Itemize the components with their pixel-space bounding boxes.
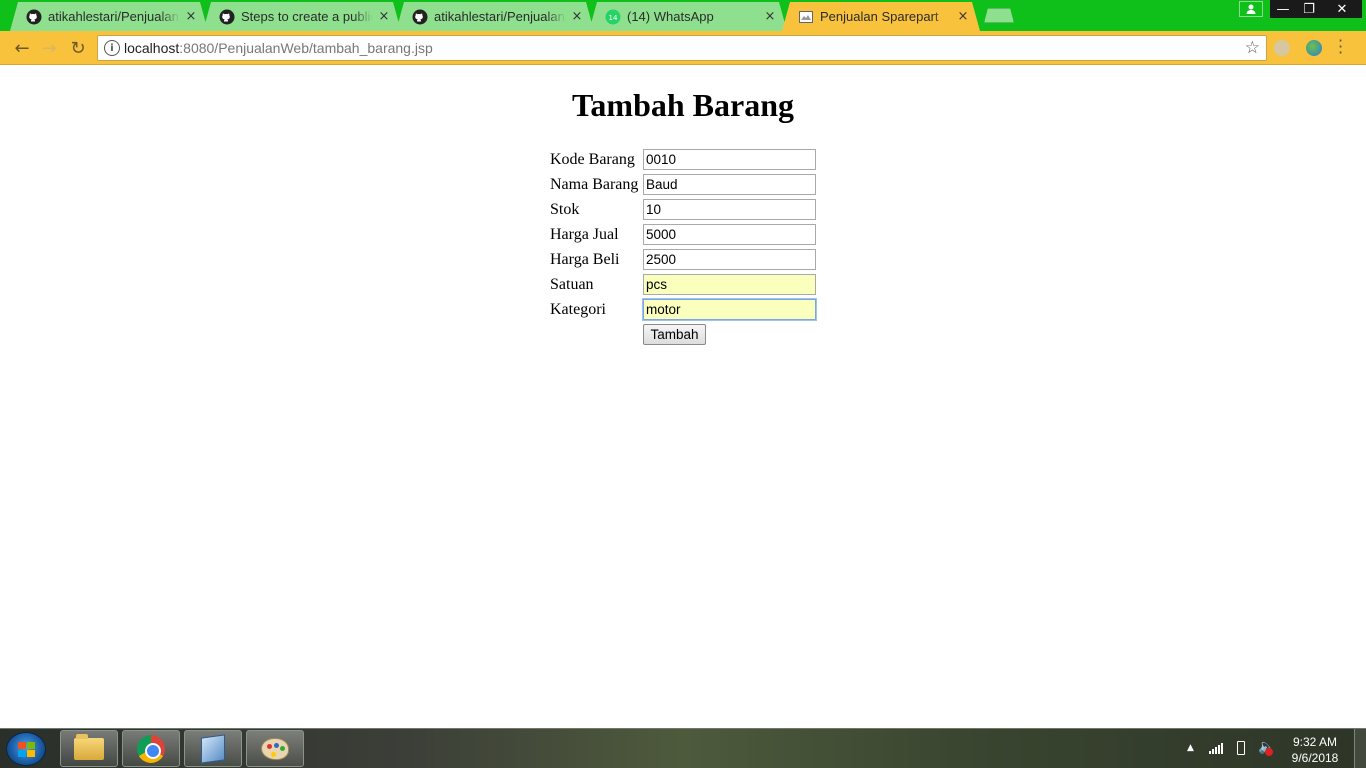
form-row-harga-beli: Harga Beli [550,249,820,274]
taskbar-virtualbox[interactable] [184,730,242,767]
tab-github-2[interactable]: atikahlestari/PenjualanSp × [396,2,594,31]
page-title: Tambah Barang [572,87,794,123]
user-profile-icon[interactable] [1239,1,1263,17]
url-path: :8080/PenjualanWeb/tambah_barang.jsp [179,40,433,56]
tray-overflow-arrow-icon[interactable]: ▲ [1187,743,1194,753]
windows-taskbar: ▲ 🔈 9:32 AM 9/6/2018 [0,728,1366,768]
form-row-kode-barang: Kode Barang [550,149,820,174]
label-satuan: Satuan [550,276,594,293]
windows-logo-icon [18,742,35,757]
form-row-stok: Stok [550,199,820,224]
tab-title: Steps to create a public g [241,9,371,24]
tab-whatsapp[interactable]: 14 (14) WhatsApp × [589,2,787,31]
page-content: Tambah Barang Kode Barang Nama Barang St… [0,66,1366,728]
mute-indicator-icon [1265,748,1273,756]
label-kode-barang: Kode Barang [550,151,635,168]
tambah-button[interactable]: Tambah [643,324,706,345]
form-row-satuan: Satuan [550,274,820,299]
label-harga-jual: Harga Jual [550,226,619,243]
tab-close-icon[interactable]: × [763,9,777,24]
browser-toolbar: ← → ↻ i localhost:8080/PenjualanWeb/tamb… [0,31,1366,65]
tab-title: atikahlestari/PenjualanSp [48,9,179,24]
url-host: localhost [124,40,180,56]
tab-close-icon[interactable]: × [377,9,391,24]
tab-penjualan-sparepart[interactable]: Penjualan Sparepart × [782,2,980,31]
whatsapp-icon: 14 [605,9,621,25]
start-button[interactable] [6,732,46,766]
taskbar-file-explorer[interactable] [60,730,118,767]
paint-icon [261,737,289,760]
battery-icon[interactable] [1237,741,1245,755]
maximize-button[interactable]: ❐ [1296,0,1322,18]
tab-title: atikahlestari/PenjualanSp [434,9,565,24]
back-arrow-icon[interactable]: ← [10,36,34,60]
network-signal-icon[interactable] [1209,742,1225,754]
svg-text:14: 14 [609,14,618,22]
github-icon [26,9,42,25]
extension-globe-icon[interactable] [1306,40,1322,56]
file-explorer-icon [74,733,104,760]
page-icon [798,9,814,25]
taskbar-paint[interactable] [246,730,304,767]
form-row-harga-jual: Harga Jual [550,224,820,249]
label-kategori: Kategori [550,301,606,318]
stok-input[interactable] [643,199,816,220]
bookmark-star-icon[interactable]: ☆ [1245,38,1260,58]
label-stok: Stok [550,201,580,218]
tab-github-1[interactable]: atikahlestari/PenjualanSp × [10,2,208,31]
forward-arrow-icon[interactable]: → [37,36,61,60]
harga-beli-input[interactable] [643,249,816,270]
nama-barang-input[interactable] [643,174,816,195]
github-icon [219,9,235,25]
tab-strip: atikahlestari/PenjualanSp × Steps to cre… [0,0,1366,31]
form-row-nama-barang: Nama Barang [550,174,820,199]
chrome-icon [137,734,165,763]
reload-icon[interactable]: ↻ [66,36,90,60]
label-nama-barang: Nama Barang [550,176,639,193]
label-harga-beli: Harga Beli [550,251,620,268]
tab-close-icon[interactable]: × [956,9,970,24]
clock-time: 9:32 AM [1292,735,1338,749]
tab-title: (14) WhatsApp [627,9,714,24]
new-tab-button[interactable] [984,8,1014,23]
system-clock[interactable]: 9:32 AM 9/6/2018 [1282,734,1348,766]
kategori-input[interactable] [643,299,816,320]
chrome-menu-icon[interactable]: · · · [1338,33,1343,61]
extension-icon[interactable] [1274,40,1290,56]
close-window-button[interactable]: ✕ [1322,0,1362,18]
taskbar-chrome[interactable] [122,730,180,767]
minimize-button[interactable]: — [1270,0,1296,18]
tab-steps[interactable]: Steps to create a public g × [203,2,401,31]
address-bar[interactable]: i localhost:8080/PenjualanWeb/tambah_bar… [97,35,1267,61]
tab-close-icon[interactable]: × [184,9,198,24]
satuan-input[interactable] [643,274,816,295]
virtualbox-icon [201,733,225,764]
harga-jual-input[interactable] [643,224,816,245]
form-row-kategori: Kategori [550,299,820,324]
github-icon [412,9,428,25]
site-info-icon[interactable]: i [104,40,120,56]
show-desktop-button[interactable] [1354,729,1366,768]
tab-title: Penjualan Sparepart [820,9,939,24]
clock-date: 9/6/2018 [1291,751,1339,765]
tab-close-icon[interactable]: × [570,9,584,24]
kode-barang-input[interactable] [643,149,816,170]
